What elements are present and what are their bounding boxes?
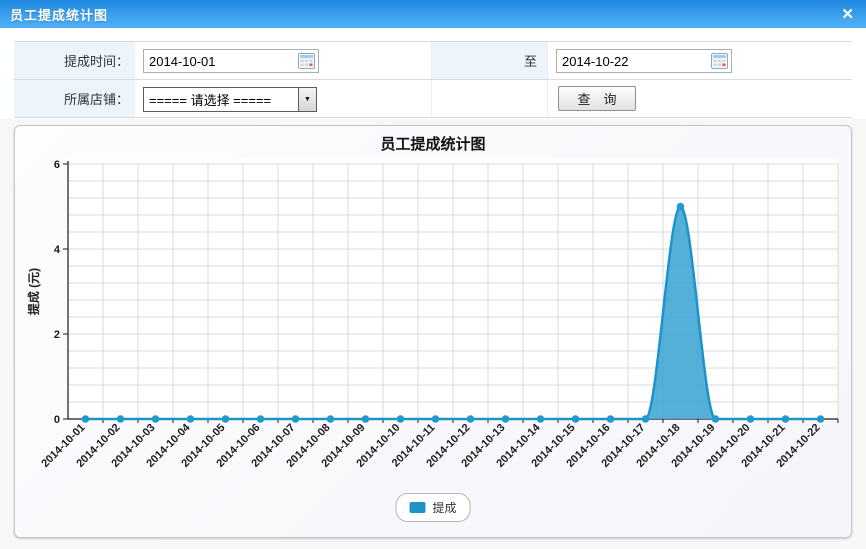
svg-text:6: 6 — [54, 159, 60, 171]
filter-form: 提成时间： 2014-10-01 至 2014-10-22 — [14, 41, 852, 118]
dropdown-arrow-icon[interactable]: ▼ — [298, 88, 316, 111]
shop-label: 所属店铺： — [14, 80, 135, 117]
legend[interactable]: 提成 — [395, 493, 470, 522]
calendar-icon[interactable] — [711, 53, 728, 69]
calendar-icon[interactable] — [298, 53, 315, 69]
date-to-cell: 2014-10-22 — [548, 42, 852, 79]
date-from-input[interactable]: 2014-10-01 — [143, 49, 319, 73]
commission-time-label: 提成时间： — [14, 42, 135, 79]
shop-select-value: ===== 请选择 ===== — [144, 88, 298, 111]
query-button[interactable]: 查 询 — [558, 86, 636, 111]
chart-panel: 员工提成统计图 02462014-10-012014-10-022014-10-… — [14, 125, 852, 538]
filter-row-shop: 所属店铺： ===== 请选择 ===== ▼ 查 询 — [14, 80, 852, 118]
close-icon[interactable]: ✕ — [841, 7, 854, 22]
x-axis-labels: 2014-10-012014-10-022014-10-032014-10-04… — [39, 421, 822, 470]
empty-cell — [432, 80, 548, 117]
svg-text:0: 0 — [54, 414, 60, 426]
filter-row-dates: 提成时间： 2014-10-01 至 2014-10-22 — [14, 42, 852, 80]
date-from-cell: 2014-10-01 — [135, 42, 432, 79]
date-to-value: 2014-10-22 — [557, 54, 711, 69]
query-cell: 查 询 — [548, 80, 852, 117]
chart-canvas: 0 2 4 6 2014-10-012014-10-022014-10-032014-1… — [15, 126, 851, 537]
dialog: 员工提成统计图 ✕ 提成时间： 2014-10-01 至 — [0, 0, 866, 549]
shop-select[interactable]: ===== 请选择 ===== ▼ — [143, 87, 317, 112]
svg-text:提成 (元): 提成 (元) — [26, 268, 41, 315]
to-label: 至 — [432, 42, 548, 79]
shop-select-cell: ===== 请选择 ===== ▼ — [135, 80, 432, 117]
svg-text:4: 4 — [54, 244, 61, 256]
date-from-value: 2014-10-01 — [144, 54, 298, 69]
dialog-titlebar: 员工提成统计图 ✕ — [0, 0, 866, 28]
date-to-input[interactable]: 2014-10-22 — [556, 49, 732, 73]
legend-swatch-icon — [409, 502, 425, 513]
svg-text:2: 2 — [54, 329, 60, 341]
legend-label: 提成 — [432, 499, 456, 516]
dialog-title: 员工提成统计图 — [10, 5, 108, 24]
